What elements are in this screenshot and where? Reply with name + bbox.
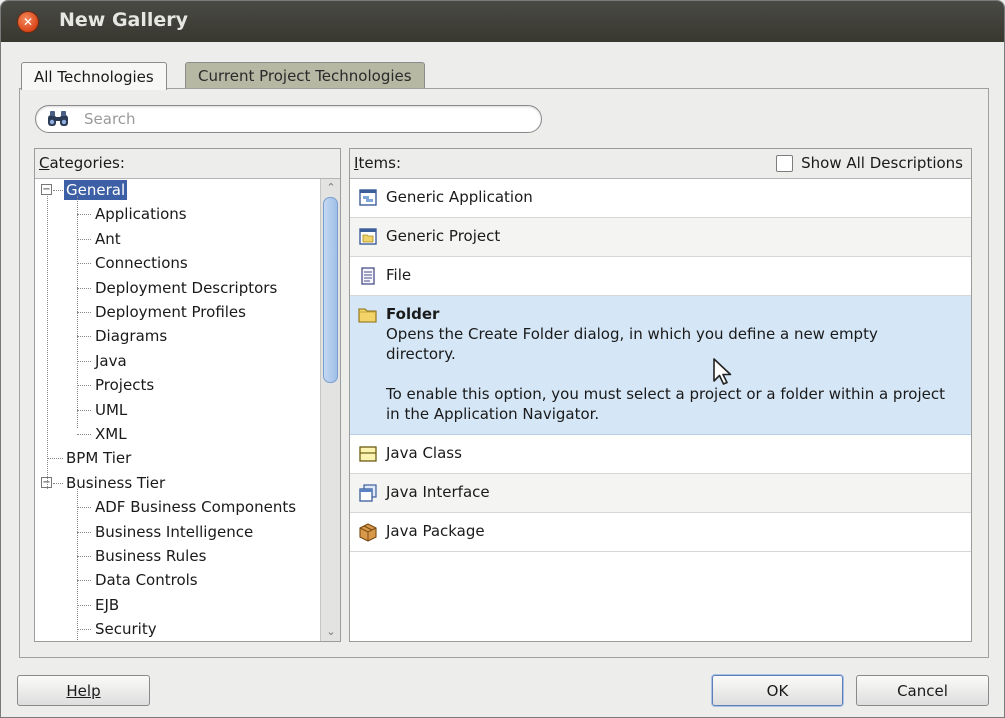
categories-header: Categories:: [35, 149, 340, 179]
title-bar: ✕ New Gallery: [1, 1, 1004, 42]
java-package-icon: [358, 522, 378, 542]
gallery-item-description: Opens the Create Folder dialog, in which…: [386, 324, 946, 424]
tree-item-label: Business Tier: [66, 473, 166, 492]
tree-item-uml[interactable]: UML: [93, 399, 129, 421]
tree-item-label: Business Rules: [95, 547, 207, 565]
java-class-icon: [358, 444, 378, 464]
scrollbar-thumb[interactable]: [323, 197, 338, 383]
tree-item-xml[interactable]: XML: [93, 423, 129, 445]
tab-label: Current Project Technologies: [198, 67, 412, 85]
help-button-label: Help: [66, 681, 101, 700]
tree-item-label: Deployment Descriptors: [95, 278, 278, 297]
tree-item-label: Data Controls: [95, 571, 198, 590]
tree-item-label: Business Intelligence: [95, 522, 254, 541]
mouse-pointer-icon: [713, 358, 732, 385]
tree-item-label: Applications: [95, 205, 187, 224]
tab-current-project-technologies[interactable]: Current Project Technologies: [185, 62, 425, 89]
gallery-item-java-package[interactable]: Java Package: [350, 513, 971, 552]
scroll-up-icon[interactable]: ⌃: [325, 182, 337, 194]
categories-panel: Categories: General − Applications Ant Co…: [34, 148, 341, 642]
tree-item-ant[interactable]: Ant: [93, 228, 123, 250]
tree-item-label: Security: [95, 620, 157, 639]
help-button[interactable]: Help: [17, 675, 150, 706]
tree-item-ejb[interactable]: EJB: [93, 594, 121, 616]
gallery-item-title: Java Package: [386, 522, 485, 540]
gallery-item-title: Java Class: [386, 444, 462, 462]
categories-tree[interactable]: General − Applications Ant Connections De…: [35, 179, 320, 641]
tab-label: All Technologies: [34, 67, 154, 86]
tree-item-diagrams[interactable]: Diagrams: [93, 325, 169, 347]
gallery-item-title: Generic Application: [386, 188, 533, 206]
ok-button-label: OK: [766, 681, 789, 700]
show-all-descriptions-checkbox[interactable]: [776, 154, 794, 172]
gallery-item-title: Java Interface: [386, 483, 490, 501]
java-interface-icon: [358, 483, 378, 503]
tree-item-business-rules[interactable]: Business Rules: [93, 545, 208, 567]
description-paragraph: Opens the Create Folder dialog, in which…: [386, 325, 878, 363]
items-panel: Items: Show All Descriptions Generic App…: [349, 148, 972, 642]
description-paragraph: To enable this option, you must select a…: [386, 385, 945, 423]
tree-item-label: Diagrams: [95, 327, 168, 346]
items-header: Items: Show All Descriptions: [350, 149, 971, 179]
tree-item-label: Ant: [95, 229, 121, 248]
application-icon: [358, 188, 378, 208]
cancel-button-label: Cancel: [897, 681, 948, 700]
tree-item-label: General: [64, 180, 128, 200]
tree-item-label: EJB: [95, 595, 120, 614]
tree-item-general[interactable]: General: [64, 179, 128, 201]
gallery-item-generic-project[interactable]: Generic Project: [350, 218, 971, 257]
categories-scrollbar[interactable]: ⌃ ⌄: [320, 179, 340, 641]
tree-item-security[interactable]: Security: [93, 618, 159, 640]
tree-item-java[interactable]: Java: [93, 350, 129, 372]
gallery-item-java-class[interactable]: Java Class: [350, 435, 971, 474]
gallery-item-folder[interactable]: Folder Opens the Create Folder dialog, i…: [350, 296, 971, 435]
ok-button[interactable]: OK: [712, 675, 843, 706]
show-all-descriptions[interactable]: Show All Descriptions: [776, 154, 963, 172]
tree-item-label: XML: [95, 425, 127, 443]
gallery-item-generic-application[interactable]: Generic Application: [350, 179, 971, 218]
tree-item-projects[interactable]: Projects: [93, 374, 156, 396]
scroll-down-icon[interactable]: ⌄: [325, 626, 337, 638]
tree-item-connections[interactable]: Connections: [93, 252, 190, 274]
close-icon[interactable]: ✕: [17, 11, 39, 33]
cancel-button[interactable]: Cancel: [856, 675, 989, 706]
tree-item-label: Deployment Profiles: [95, 303, 246, 321]
categories-header-label: ategories:: [49, 154, 125, 172]
items-header-label: tems:: [358, 154, 402, 172]
collapse-icon[interactable]: −: [41, 184, 52, 195]
gallery-item-title: Folder: [386, 305, 440, 323]
tree-item-applications[interactable]: Applications: [93, 203, 189, 225]
new-gallery-dialog: ✕ New Gallery Current Project Technologi…: [0, 0, 1005, 718]
show-all-descriptions-label: Show All Descriptions: [801, 154, 963, 172]
tree-item-business-intelligence[interactable]: Business Intelligence: [93, 521, 255, 543]
search-input[interactable]: [82, 109, 522, 129]
tree-item-label: Connections: [95, 254, 188, 273]
tree-item-label: BPM Tier: [66, 449, 132, 468]
project-icon: [358, 227, 378, 247]
tab-all-technologies[interactable]: All Technologies: [21, 62, 167, 90]
tree-item-adf-business-components[interactable]: ADF Business Components: [93, 496, 298, 518]
tree-item-label: Projects: [95, 376, 155, 395]
window-title: New Gallery: [59, 9, 189, 31]
gallery-item-java-interface[interactable]: Java Interface: [350, 474, 971, 513]
tree-item-business-tier[interactable]: Business Tier: [64, 472, 167, 494]
gallery-item-file[interactable]: File: [350, 257, 971, 296]
gallery-item-title: File: [386, 266, 412, 284]
tree-item-label: UML: [95, 400, 128, 419]
file-icon: [358, 266, 378, 286]
tree-item-deployment-profiles[interactable]: Deployment Profiles: [93, 301, 248, 323]
search-box[interactable]: [35, 105, 542, 133]
tree-item-label: ADF Business Components: [95, 498, 297, 517]
tree-item-deployment-descriptors[interactable]: Deployment Descriptors: [93, 277, 279, 299]
tree-item-bpm-tier[interactable]: BPM Tier: [64, 447, 133, 469]
gallery-item-title: Generic Project: [386, 227, 501, 245]
folder-icon: [358, 305, 378, 325]
binoculars-icon: [48, 111, 68, 126]
tree-item-data-controls[interactable]: Data Controls: [93, 569, 200, 591]
tree-item-label: Java: [95, 351, 127, 370]
